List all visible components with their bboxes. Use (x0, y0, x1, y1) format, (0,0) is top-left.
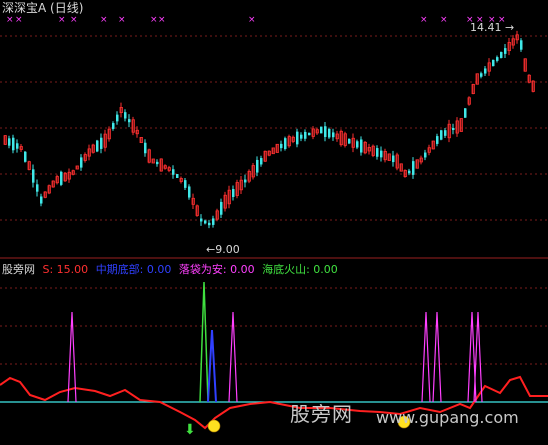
candle-body (504, 48, 507, 54)
candle-body (260, 158, 263, 165)
candle-body (424, 152, 427, 158)
candle-body (480, 73, 483, 77)
candle-body (520, 40, 523, 50)
candle-body (464, 108, 467, 118)
candle-body (208, 222, 211, 226)
candle-body (204, 220, 207, 224)
candle-body (380, 150, 383, 158)
candle-body (144, 142, 147, 154)
candle-body (184, 180, 187, 188)
candle-body (12, 137, 15, 151)
candle-body (500, 52, 503, 58)
candle-body (96, 140, 99, 152)
candle-body (440, 130, 443, 140)
candle-body (60, 171, 63, 185)
x-marker-icon: × (440, 15, 448, 25)
x-marker-icon: × (150, 15, 158, 25)
candle-body (392, 155, 395, 163)
candle-body (484, 68, 487, 74)
watermark-url: www.gupang.com (376, 408, 519, 427)
candle-body (408, 170, 411, 174)
candle-body (412, 161, 415, 175)
candle-body (348, 138, 351, 144)
x-marker-icon: × (476, 15, 484, 25)
candle-body (128, 119, 131, 123)
volcano-spike (199, 281, 209, 403)
candle-body (452, 127, 455, 131)
candle-body (172, 169, 175, 175)
candle-body (36, 184, 39, 192)
candle-body (188, 186, 191, 198)
candle-body (296, 131, 299, 145)
candle-body (256, 159, 259, 173)
take-profit-spike (421, 311, 431, 403)
x-marker-icon: × (118, 15, 126, 25)
candle-body (244, 179, 247, 183)
candle-body (8, 138, 11, 146)
x-marker-icon: × (15, 15, 23, 25)
mid-bottom-spike (207, 329, 217, 403)
x-marker-icon: × (248, 15, 256, 25)
candle-body (220, 201, 223, 215)
x-marker-icon: × (158, 15, 166, 25)
candle-body (124, 112, 127, 119)
x-marker-icon: × (100, 15, 108, 25)
candle-body (444, 130, 447, 136)
candle-body (496, 57, 499, 61)
candle-body (32, 169, 35, 183)
candle-body (436, 136, 439, 144)
candle-body (176, 174, 179, 178)
x-marker-icon: × (58, 15, 66, 25)
x-marker-icon: × (498, 15, 506, 25)
x-marker-icon: × (6, 15, 14, 25)
candle-body (100, 137, 103, 149)
x-marker-icon: × (70, 15, 78, 25)
candle-body (376, 148, 379, 157)
smiley-icon (207, 419, 221, 433)
candle-body (328, 128, 331, 138)
stock-chart: × × × × × × × × × × × × × × ×⬇ (0, 15, 548, 438)
candle-body (232, 189, 235, 197)
candle-body (112, 123, 115, 129)
candle-body (300, 134, 303, 139)
candle-body (200, 218, 203, 222)
candle-body (492, 59, 495, 67)
candle-body (280, 143, 283, 149)
candle-body (24, 151, 27, 162)
x-marker-icon: × (466, 15, 474, 25)
candle-body (324, 126, 327, 137)
candle-body (320, 126, 323, 134)
candle-body (80, 157, 83, 168)
candle-body (360, 139, 363, 153)
candle-body (284, 138, 287, 150)
candle-body (156, 161, 159, 165)
take-profit-spike (432, 311, 442, 403)
x-marker-icon: × (488, 15, 496, 25)
watermark-site: 股旁网 (290, 402, 353, 426)
candle-body (212, 218, 215, 225)
candle-body (304, 131, 307, 139)
x-marker-icon: × (420, 15, 428, 25)
candle-body (16, 143, 19, 149)
candle-body (356, 141, 359, 148)
down-arrow-icon: ⬇ (184, 422, 196, 438)
candle-body (332, 132, 335, 138)
candle-body (40, 196, 43, 204)
candle-body (308, 132, 311, 136)
candle-body (116, 114, 119, 122)
